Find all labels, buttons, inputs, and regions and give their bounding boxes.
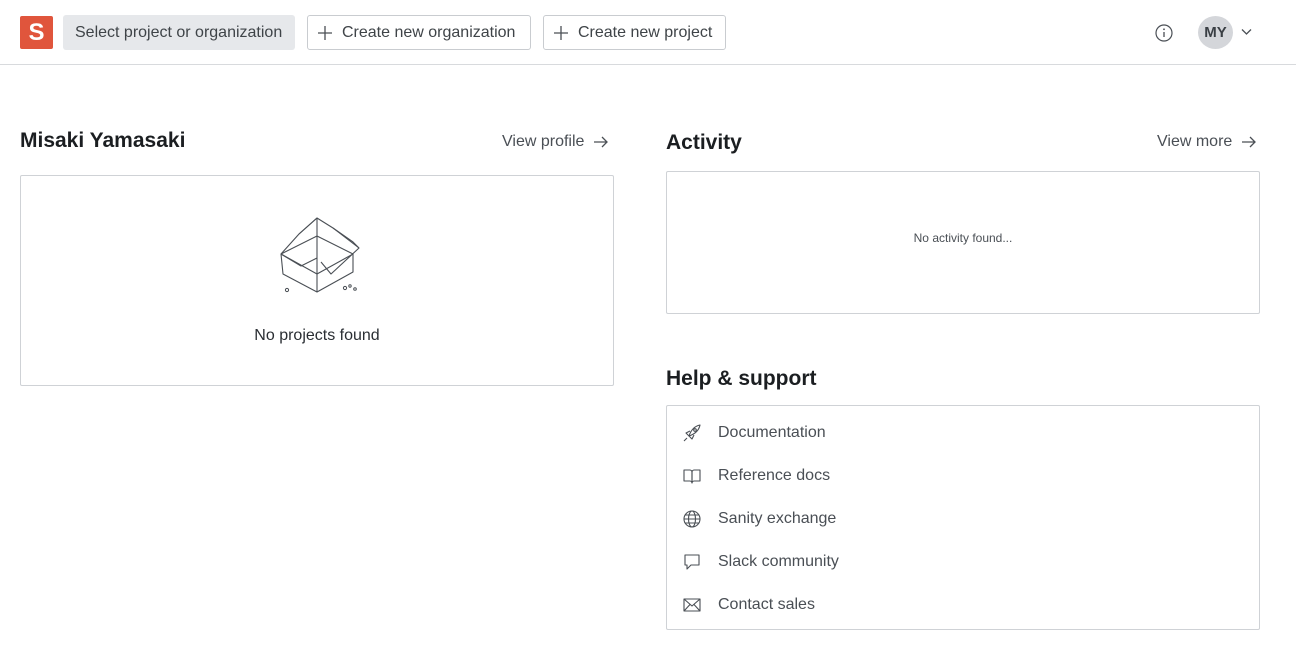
plus-icon bbox=[554, 25, 568, 40]
user-avatar[interactable]: MY bbox=[1198, 16, 1233, 49]
help-item-label: Sanity exchange bbox=[718, 509, 837, 527]
projects-panel: No projects found bbox=[20, 175, 614, 386]
help-item-documentation[interactable]: Documentation bbox=[667, 411, 1259, 454]
rocket-icon bbox=[683, 424, 701, 442]
view-profile-label: View profile bbox=[502, 133, 585, 150]
help-item-slack-community[interactable]: Slack community bbox=[667, 540, 1259, 583]
help-item-label: Slack community bbox=[718, 552, 839, 570]
create-organization-button[interactable]: Create new organization bbox=[307, 15, 531, 50]
info-icon[interactable] bbox=[1155, 24, 1173, 42]
globe-icon bbox=[683, 510, 701, 528]
arrow-right-icon bbox=[594, 136, 609, 148]
view-more-link[interactable]: View more bbox=[1157, 133, 1257, 151]
view-profile-link[interactable]: View profile bbox=[502, 133, 609, 151]
activity-title: Activity bbox=[666, 131, 742, 154]
help-support-title: Help & support bbox=[666, 367, 817, 390]
no-activity-text: No activity found... bbox=[913, 231, 1013, 245]
sanity-logo[interactable]: S bbox=[20, 16, 53, 49]
help-item-contact-sales[interactable]: Contact sales bbox=[667, 583, 1259, 626]
no-projects-text: No projects found bbox=[254, 327, 380, 344]
top-navbar: S Select project or organization Create … bbox=[0, 0, 1296, 65]
help-support-panel: Documentation Reference docs Sanity exch… bbox=[666, 405, 1260, 630]
help-item-sanity-exchange[interactable]: Sanity exchange bbox=[667, 497, 1259, 540]
chat-icon bbox=[684, 554, 700, 570]
chevron-down-icon[interactable] bbox=[1241, 28, 1252, 36]
help-item-reference-docs[interactable]: Reference docs bbox=[667, 454, 1259, 497]
select-project-button[interactable]: Select project or organization bbox=[63, 15, 295, 50]
select-project-label: Select project or organization bbox=[75, 23, 283, 41]
create-organization-label: Create new organization bbox=[342, 23, 516, 41]
create-project-label: Create new project bbox=[578, 23, 713, 41]
create-project-button[interactable]: Create new project bbox=[543, 15, 726, 50]
book-icon bbox=[683, 469, 701, 484]
help-item-label: Contact sales bbox=[718, 595, 815, 613]
plus-icon bbox=[318, 25, 332, 40]
help-item-label: Documentation bbox=[718, 423, 826, 441]
envelope-icon bbox=[683, 598, 701, 612]
empty-box-icon bbox=[280, 217, 360, 293]
profile-name: Misaki Yamasaki bbox=[20, 129, 186, 152]
view-more-label: View more bbox=[1157, 133, 1233, 150]
activity-panel: No activity found... bbox=[666, 171, 1260, 314]
help-item-label: Reference docs bbox=[718, 466, 831, 484]
arrow-right-icon bbox=[1242, 136, 1257, 148]
